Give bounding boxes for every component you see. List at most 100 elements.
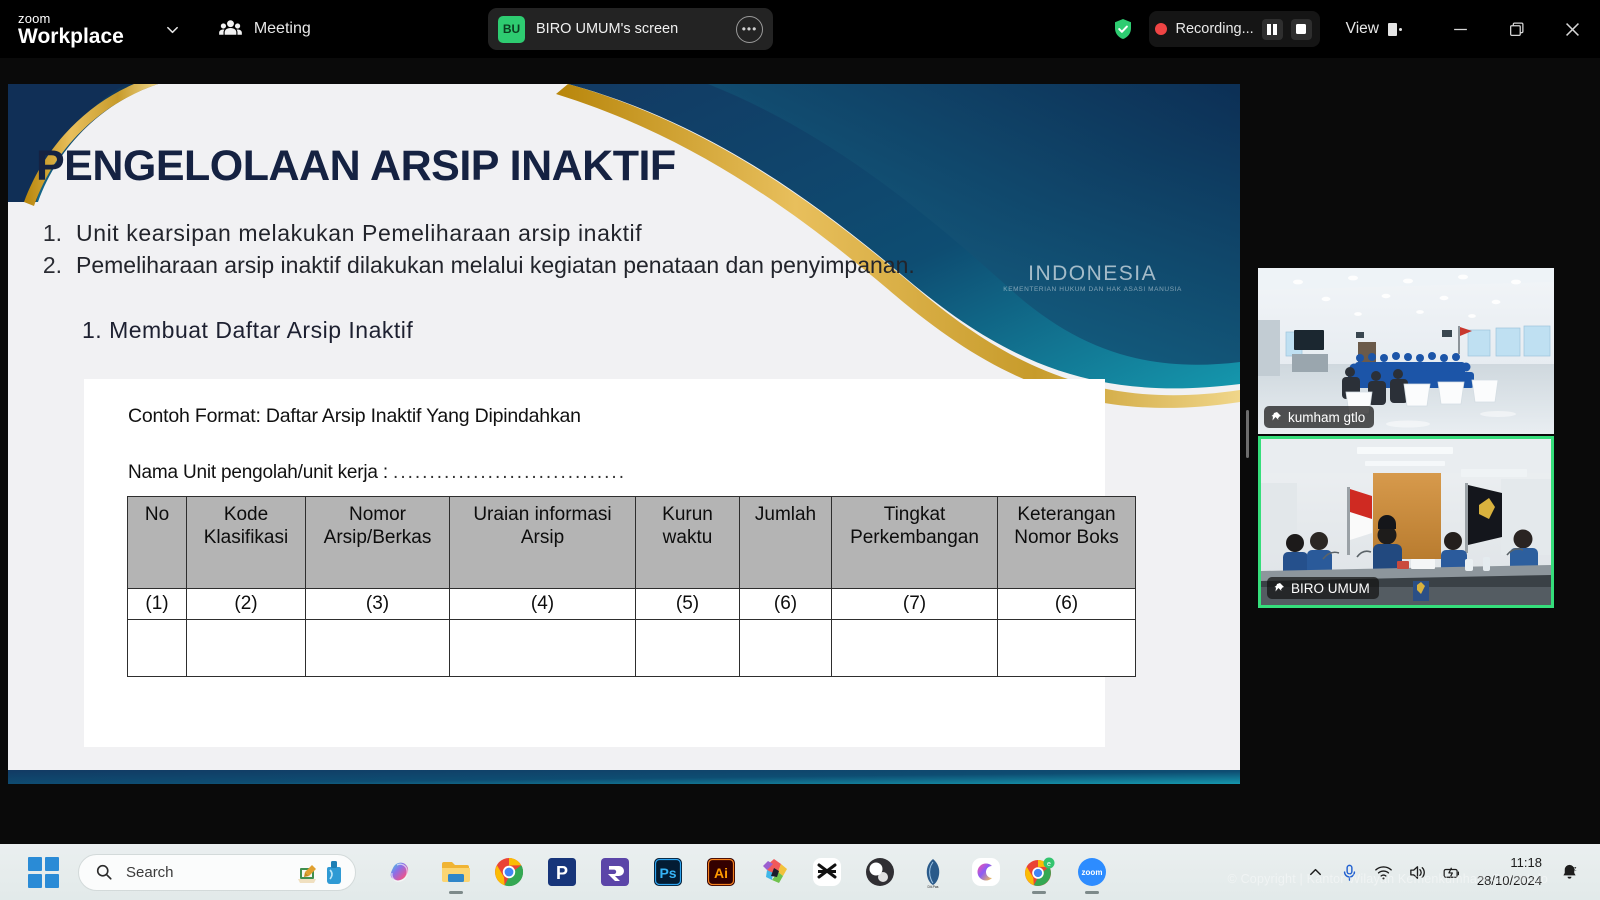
volume-icon[interactable] xyxy=(1401,849,1435,895)
start-button[interactable] xyxy=(26,855,60,889)
more-options-icon[interactable]: ••• xyxy=(736,15,763,43)
table-cell: (6) xyxy=(739,588,832,620)
table-header-cell: Kode Klasifikasi xyxy=(186,496,306,589)
table-cell: (5) xyxy=(635,588,740,620)
zoom-brand-line2: Workplace xyxy=(18,24,124,48)
taskbar-app-google-chrome-2[interactable]: e xyxy=(1014,847,1064,897)
svg-text:Ai: Ai xyxy=(714,865,728,881)
table-header-cell: Tingkat Perkembangan xyxy=(831,496,998,589)
battery-charging-icon[interactable] xyxy=(1435,849,1469,895)
chevron-down-icon[interactable] xyxy=(160,16,186,42)
taskbar-search[interactable]: Search xyxy=(78,853,356,891)
windows-logo-icon xyxy=(27,856,59,888)
encryption-shield-icon[interactable] xyxy=(1111,17,1135,41)
taskbar-app-resilio-sync[interactable] xyxy=(590,847,640,897)
video-tile-kumham-gtlo[interactable]: kumham gtlo xyxy=(1258,268,1554,434)
illustrator-icon: Ai xyxy=(707,858,735,886)
zoom-icon: zoom xyxy=(1078,858,1106,886)
table-cell: (6) xyxy=(997,588,1136,620)
participant-name: BIRO UMUM xyxy=(1291,580,1370,596)
table-header-cell: No xyxy=(127,496,187,589)
zoom-workplace-logo: zoom Workplace xyxy=(18,12,124,47)
stop-recording-button[interactable] xyxy=(1290,18,1312,40)
taskbar-app-adobe-photoshop[interactable]: Ps xyxy=(643,847,693,897)
shared-screen-content[interactable]: PENGELOLAAN ARSIP INAKTIF 1. Unit kearsi… xyxy=(8,84,1240,784)
bullet-number: 2. xyxy=(42,251,62,278)
pin-icon xyxy=(1273,582,1285,594)
table-cell: (1) xyxy=(127,588,187,620)
document-title: Contoh Format: Daftar Arsip Inaktif Yang… xyxy=(128,405,581,427)
unit-field-label: Nama Unit pengolah/unit kerja : ........… xyxy=(128,462,626,484)
participant-name-badge: kumham gtlo xyxy=(1264,406,1375,428)
svg-text:z: z xyxy=(1573,865,1576,872)
taskbar-app-capcut[interactable] xyxy=(802,847,852,897)
svg-text:P: P xyxy=(556,863,568,883)
taskbar-app-google-chrome[interactable] xyxy=(484,847,534,897)
table-row: (1) (2) (3) (4) (5) (6) (7) (6) xyxy=(127,588,1136,620)
taskbar-app-adobe-illustrator[interactable]: Ai xyxy=(696,847,746,897)
recording-dot-icon xyxy=(1155,23,1168,35)
view-button[interactable]: View xyxy=(1346,20,1402,38)
slide-subheading: 1. Membuat Daftar Arsip Inaktif xyxy=(82,317,414,343)
svg-text:zoom: zoom xyxy=(1082,868,1103,877)
zoom-brand-line1: zoom xyxy=(18,10,51,26)
taskbar-app-canva[interactable] xyxy=(749,847,799,897)
meeting-tab[interactable]: Meeting xyxy=(218,17,311,42)
screen-share-indicator[interactable]: BU BIRO UMUM's screen ••• xyxy=(488,8,773,50)
resilio-icon xyxy=(601,858,629,886)
table-header-row: No Kode Klasifikasi Nomor Arsip/Berkas U… xyxy=(127,496,1136,589)
table-cell: (2) xyxy=(186,588,306,620)
taskbar-app-clipchamp[interactable] xyxy=(961,847,1011,897)
pin-icon xyxy=(1270,411,1282,423)
table-header-cell: Jumlah xyxy=(739,496,832,589)
pause-recording-button[interactable] xyxy=(1261,18,1283,40)
table-cell xyxy=(186,619,306,677)
arsip-table: No Kode Klasifikasi Nomor Arsip/Berkas U… xyxy=(127,496,1136,677)
notifications-dnd-icon[interactable]: z xyxy=(1552,849,1586,895)
show-hidden-icons-button[interactable] xyxy=(1299,849,1333,895)
capcut-icon xyxy=(813,858,841,886)
taskbar-app-obs-studio[interactable] xyxy=(855,847,905,897)
table-cell xyxy=(127,619,187,677)
share-title: BIRO UMUM's screen xyxy=(536,21,679,37)
stop-icon xyxy=(1296,24,1307,34)
taskbar-app-file-explorer[interactable] xyxy=(431,847,481,897)
taskbar-clock[interactable]: 11:18 28/10/2024 xyxy=(1477,854,1542,889)
restore-button[interactable] xyxy=(1488,0,1544,58)
unit-dotted-line: ................................ xyxy=(393,462,626,483)
bullet-number: 1. xyxy=(42,220,62,246)
kemenkumham-icon: Dit.Pas xyxy=(926,859,940,889)
canva-icon xyxy=(763,859,787,883)
microphone-icon[interactable] xyxy=(1333,849,1367,895)
taskbar-app-icons: P Ps Ai Dit.Pas e zoom xyxy=(378,847,1117,897)
chrome-icon-2: e xyxy=(1025,857,1055,886)
table-row xyxy=(127,619,1136,677)
photoshop-icon: Ps xyxy=(654,858,682,886)
obs-icon xyxy=(866,858,894,886)
close-button[interactable] xyxy=(1544,0,1600,58)
avatar: BU xyxy=(498,15,525,43)
minimize-button[interactable] xyxy=(1432,0,1488,58)
table-header-cell: Keterangan Nomor Boks xyxy=(997,496,1136,589)
search-icon xyxy=(95,863,113,881)
wifi-icon[interactable] xyxy=(1367,849,1401,895)
view-label: View xyxy=(1345,20,1379,37)
clock-date: 28/10/2024 xyxy=(1476,873,1542,888)
layout-icon xyxy=(1388,22,1402,36)
table-header-cell: Uraian informasi Arsip xyxy=(449,496,636,589)
taskbar-app-zoom[interactable]: zoom xyxy=(1067,847,1117,897)
panel-resize-handle[interactable] xyxy=(1240,84,1254,784)
people-icon xyxy=(218,17,243,42)
bullet-text: Unit kearsipan melakukan Pemeliharaan ar… xyxy=(76,220,643,246)
table-cell: (3) xyxy=(305,588,450,620)
taskbar-app-kemenkumham[interactable]: Dit.Pas xyxy=(908,847,958,897)
folder-icon xyxy=(442,862,470,882)
taskbar-app-copilot[interactable] xyxy=(378,847,428,897)
video-tile-biro-umum[interactable]: BIRO UMUM xyxy=(1258,436,1554,608)
pause-icon xyxy=(1266,23,1278,35)
table-cell xyxy=(305,619,450,677)
taskbar-app-pdf-reader[interactable]: P xyxy=(537,847,587,897)
participant-name-badge: BIRO UMUM xyxy=(1267,577,1379,599)
document-card: Contoh Format: Daftar Arsip Inaktif Yang… xyxy=(84,379,1136,747)
table-cell xyxy=(449,619,636,677)
